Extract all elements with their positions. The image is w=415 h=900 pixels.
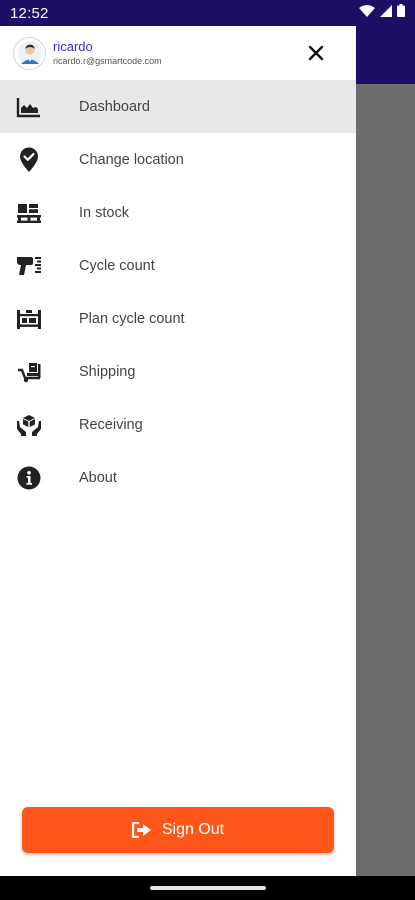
drawer-header: ricardo ricardo.r@gsmartcode.com [0,26,356,80]
signal-icon [380,4,392,22]
close-icon [308,45,324,61]
close-drawer-button[interactable] [306,43,326,63]
navigation-drawer: ricardo ricardo.r@gsmartcode.com Dashboa… [0,26,356,876]
pallet-boxes-icon [15,199,43,227]
menu-item-label: Change location [79,151,184,168]
menu-item-label: About [79,469,117,486]
barcode-scanner-icon [15,252,43,280]
menu-item-in-stock[interactable]: In stock [0,186,356,239]
menu-item-label: Dashboard [79,98,150,115]
menu-item-change-location[interactable]: Change location [0,133,356,186]
user-email: ricardo.r@gsmartcode.com [53,56,162,66]
system-navigation-bar [0,876,415,900]
drawer-menu: Dashboard Change location In stock Cycle… [0,80,356,504]
menu-item-label: Receiving [79,416,143,433]
menu-item-receiving[interactable]: Receiving [0,398,356,451]
home-gesture-handle[interactable] [149,886,266,890]
info-icon [15,464,43,492]
menu-item-about[interactable]: About [0,451,356,504]
dashboard-chart-icon [15,93,43,121]
status-bar: 12:52 [0,0,415,26]
menu-item-dashboard[interactable]: Dashboard [0,80,356,133]
user-name: ricardo [53,39,93,54]
menu-item-label: In stock [79,204,129,221]
sign-out-label: Sign Out [161,821,225,838]
menu-item-shipping[interactable]: Shipping [0,345,356,398]
battery-icon [397,4,405,22]
hands-box-icon [15,411,43,439]
user-avatar-icon [13,36,46,70]
menu-item-plan-cycle-count[interactable]: Plan cycle count [0,292,356,345]
dolly-icon [15,358,43,386]
wifi-icon [359,4,375,22]
menu-item-label: Plan cycle count [79,310,185,327]
location-check-icon [15,146,43,174]
sign-out-icon [131,822,152,838]
sign-out-button[interactable]: Sign Out [22,807,334,853]
menu-item-cycle-count[interactable]: Cycle count [0,239,356,292]
status-icons [359,4,405,22]
menu-item-label: Cycle count [79,257,155,274]
user-info: ricardo ricardo.r@gsmartcode.com [53,39,162,67]
pallet-rack-icon [15,305,43,333]
menu-item-label: Shipping [79,363,136,380]
status-time: 12:52 [10,4,49,22]
